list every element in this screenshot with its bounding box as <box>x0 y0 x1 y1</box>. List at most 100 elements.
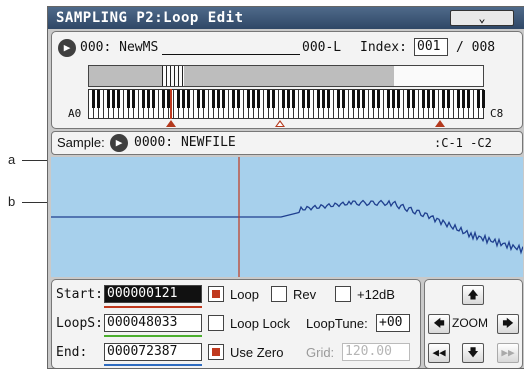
start-label: Start: <box>56 287 103 302</box>
index-total: / 008 <box>456 40 496 55</box>
sample-label: Sample: <box>57 135 105 150</box>
scroll-to-end-button: ▶▶ <box>497 343 519 363</box>
loops-field[interactable]: 000048033 <box>104 314 202 332</box>
zoom-navigation-panel: 🡅 🡄 ZOOM 🡆 ◀◀ 🡇 ▶▶ <box>424 279 523 368</box>
black-key <box>422 90 425 108</box>
arrow-left-icon: 🡄 <box>433 317 445 330</box>
keyboard-high-note: C8 <box>490 107 504 120</box>
start-indicator <box>104 306 202 308</box>
loop-checkbox[interactable] <box>208 286 224 302</box>
black-key <box>97 90 100 108</box>
black-key <box>252 90 255 108</box>
scroll-to-start-button[interactable]: ◀◀ <box>428 343 450 363</box>
black-key <box>407 90 410 108</box>
multisample-underline <box>162 54 300 55</box>
black-key <box>212 90 215 108</box>
plus12db-checkbox[interactable] <box>335 286 351 302</box>
usezero-label: Use Zero <box>230 345 284 360</box>
black-key <box>337 90 340 108</box>
multisample-name[interactable]: 000: NewMS <box>80 40 158 55</box>
black-key <box>152 90 155 108</box>
waveform-line <box>51 199 524 255</box>
index-field[interactable]: 001 <box>414 38 448 56</box>
black-key <box>267 90 270 108</box>
callout-a: a <box>8 152 16 167</box>
loop-parameters-panel: Start: 000000121 Loop Rev +12dB LoopS: 0… <box>51 279 421 368</box>
black-key <box>362 90 365 108</box>
usezero-checkbox[interactable] <box>208 344 224 360</box>
black-key <box>342 90 345 108</box>
callout-b-line <box>22 202 47 203</box>
looplock-checkbox[interactable] <box>208 315 224 331</box>
black-key <box>232 90 235 108</box>
looptune-field[interactable]: +00 <box>376 314 410 332</box>
black-key <box>177 90 180 108</box>
black-key <box>302 90 305 108</box>
rev-checkbox[interactable] <box>271 286 287 302</box>
double-arrow-left-icon: ◀◀ <box>432 346 446 359</box>
black-key <box>287 90 290 108</box>
zone-map[interactable] <box>88 65 484 87</box>
black-key <box>162 90 165 108</box>
black-key <box>107 90 110 108</box>
black-key <box>117 90 120 108</box>
black-key <box>112 90 115 108</box>
arrow-up-icon: 🡅 <box>467 288 479 301</box>
black-key <box>237 90 240 108</box>
waveform-svg <box>51 157 524 277</box>
callout-b: b <box>8 194 16 209</box>
zoom-out-vertical-button[interactable]: 🡇 <box>462 343 484 363</box>
rev-label: Rev <box>293 287 317 302</box>
black-key <box>247 90 250 108</box>
zoom-out-horizontal-button[interactable]: 🡄 <box>428 314 450 334</box>
black-key <box>202 90 205 108</box>
arrow-down-icon: 🡇 <box>467 346 479 359</box>
chevron-down-icon: ⌄ <box>478 11 486 25</box>
waveform-display[interactable] <box>51 157 524 277</box>
zone-original-key-marker <box>275 120 285 127</box>
black-key <box>272 90 275 108</box>
black-key <box>142 90 145 108</box>
index-label: Index: <box>360 40 407 55</box>
arrow-right-icon: ▶ <box>63 41 71 54</box>
keyboard-low-note: A0 <box>68 107 82 120</box>
black-key <box>197 90 200 108</box>
lcd-screen: SAMPLING P2:Loop Edit ⌄ ▶ 000: NewMS 000… <box>47 6 524 369</box>
multisample-select-button[interactable]: ▶ <box>58 39 76 57</box>
zone-label: 000-L <box>302 40 342 55</box>
loop-label: Loop <box>230 287 259 302</box>
page-menu-button[interactable]: ⌄ <box>450 10 514 26</box>
black-key <box>352 90 355 108</box>
zoom-in-vertical-button[interactable]: 🡅 <box>462 285 484 305</box>
black-key <box>447 90 450 108</box>
double-arrow-right-icon: ▶▶ <box>501 346 515 359</box>
zone-segment-right <box>184 66 394 86</box>
zone-split-marker <box>170 89 172 119</box>
black-key <box>307 90 310 108</box>
title-bar: SAMPLING P2:Loop Edit ⌄ <box>48 7 524 29</box>
sample-select-button[interactable]: ▶ <box>110 134 128 152</box>
zone-top-marker <box>435 120 445 127</box>
loops-indicator <box>104 335 202 337</box>
black-key <box>432 90 435 108</box>
black-key <box>132 90 135 108</box>
black-key <box>147 90 150 108</box>
black-key <box>92 90 95 108</box>
zoom-in-horizontal-button[interactable]: 🡆 <box>497 314 519 334</box>
black-key <box>372 90 375 108</box>
end-label: End: <box>56 345 88 360</box>
sample-name[interactable]: 0000: NEWFILE <box>134 135 236 150</box>
black-key <box>467 90 470 108</box>
black-key <box>357 90 360 108</box>
zone-bottom-marker <box>166 120 176 127</box>
start-field[interactable]: 000000121 <box>104 285 202 303</box>
black-key <box>217 90 220 108</box>
black-key <box>442 90 445 108</box>
black-key <box>222 90 225 108</box>
page-title: SAMPLING P2:Loop Edit <box>56 10 244 26</box>
black-key <box>182 90 185 108</box>
black-keys <box>89 90 485 108</box>
black-key <box>457 90 460 108</box>
end-field[interactable]: 000072387 <box>104 343 202 361</box>
black-key <box>427 90 430 108</box>
